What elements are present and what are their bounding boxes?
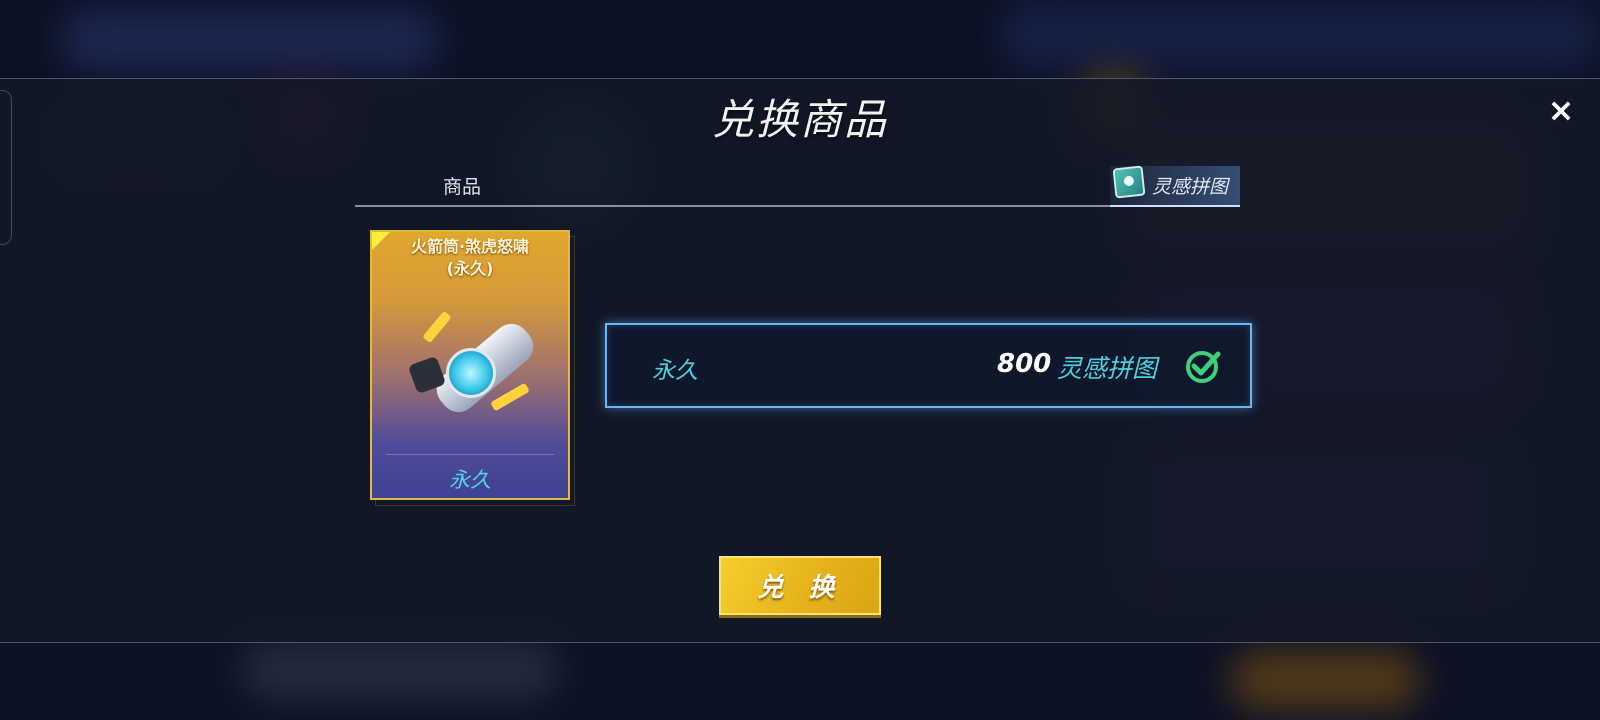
option-duration: 永久: [652, 358, 698, 384]
item-title-line2: (永久): [446, 259, 494, 278]
item-column-label: 商品: [443, 176, 482, 198]
exchange-button-label: 兑 换: [757, 573, 843, 603]
option-price: 800: [997, 349, 1052, 379]
close-button[interactable]: ×: [1546, 94, 1576, 126]
check-circle-icon: [1186, 351, 1221, 383]
header-divider: [355, 205, 1240, 207]
item-title-line1: 火箭筒·煞虎怒啸: [410, 237, 530, 256]
dialog-title: 兑换商品: [711, 95, 888, 144]
puzzle-icon: [1112, 165, 1146, 199]
option-currency: 灵感拼图: [1057, 354, 1158, 383]
currency-tab-label: 灵感拼图: [1152, 176, 1229, 198]
item-card[interactable]: 火箭筒·煞虎怒啸 (永久) 永久: [370, 230, 570, 500]
exchange-button[interactable]: 兑 换: [719, 556, 881, 615]
price-option-permanent[interactable]: 永久 800 灵感拼图: [605, 323, 1252, 408]
item-duration-label: 永久: [449, 468, 491, 492]
card-divider: [386, 454, 554, 455]
rocket-launcher-icon: [407, 302, 542, 427]
item-title: 火箭筒·煞虎怒啸 (永久): [372, 236, 568, 280]
